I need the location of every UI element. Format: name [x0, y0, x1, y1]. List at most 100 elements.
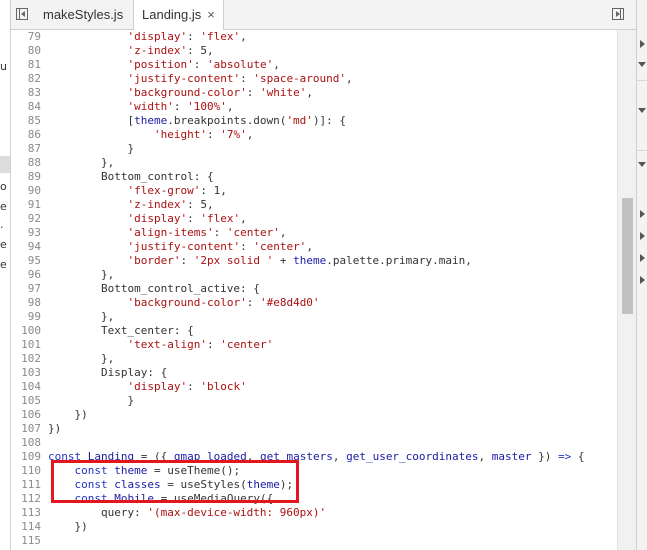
chevron-down-icon[interactable]	[638, 108, 646, 113]
line-number: 82	[27, 72, 41, 85]
code-line[interactable]: 105 }	[11, 394, 134, 408]
code-text: Display: {	[48, 366, 167, 379]
code-text: 'flex-grow': 1,	[48, 184, 226, 197]
code-line[interactable]: 97 Bottom_control_active: {	[11, 282, 260, 296]
code-line[interactable]: 107})	[11, 422, 61, 436]
code-line[interactable]: 99 },	[11, 310, 114, 324]
code-line[interactable]: 115	[11, 534, 48, 548]
scrollbar-thumb[interactable]	[622, 198, 633, 314]
left-panel-fragment: .	[0, 218, 4, 231]
line-number: 100	[21, 324, 41, 337]
code-token: 'background-color'	[127, 86, 247, 99]
code-token: '100%'	[187, 100, 227, 113]
code-line[interactable]: 108	[11, 436, 48, 450]
toggle-sidebar-button[interactable]	[612, 8, 624, 20]
expand-right-icon[interactable]	[640, 276, 645, 284]
line-number: 79	[27, 30, 41, 43]
code-token: '2px solid '	[193, 254, 274, 267]
code-line[interactable]: 94 'justify-content': 'center',	[11, 240, 313, 254]
code-line[interactable]: 103 Display: {	[11, 366, 167, 380]
code-token: =>	[558, 450, 572, 463]
line-number: 90	[27, 184, 41, 197]
code-token: ,	[246, 450, 260, 463]
code-editor[interactable]: 79 'display': 'flex', 80 'z-index': 5, 81 …	[11, 30, 617, 550]
expand-right-icon[interactable]	[640, 40, 645, 48]
toggle-navigator-button[interactable]	[16, 8, 28, 20]
code-line[interactable]: 102 },	[11, 352, 114, 366]
code-token: [	[48, 114, 135, 127]
code-token: 'height'	[153, 128, 207, 141]
code-line[interactable]: 114 })	[11, 520, 88, 534]
code-token: '(max-device-width: 960px)'	[147, 506, 327, 519]
line-number: 106	[21, 408, 41, 421]
close-tab-icon[interactable]: ×	[207, 7, 215, 22]
code-line[interactable]: 80 'z-index': 5,	[11, 44, 214, 58]
code-token: 'absolute'	[206, 58, 274, 71]
line-number: 115	[21, 534, 41, 547]
code-text: 'z-index': 5,	[48, 198, 213, 211]
code-token: Text_center: {	[48, 324, 194, 337]
line-number: 91	[27, 198, 41, 211]
code-line[interactable]: 96 },	[11, 268, 114, 282]
code-text: 'justify-content': 'space-around',	[48, 72, 352, 85]
code-token: const	[74, 478, 108, 491]
code-token: 'flex-grow'	[127, 184, 201, 197]
code-line[interactable]: 87 }	[11, 142, 134, 156]
code-token: classes	[114, 478, 161, 491]
code-token: 'space-around'	[253, 72, 347, 85]
expand-right-icon[interactable]	[640, 210, 645, 218]
code-token: ,	[279, 226, 287, 239]
code-line[interactable]: 111 const classes = useStyles(theme);	[11, 478, 293, 492]
code-line[interactable]: 86 'height': '7%',	[11, 128, 254, 142]
code-line[interactable]: 110 const theme = useTheme();	[11, 464, 240, 478]
code-token: get_masters	[259, 450, 333, 463]
code-line[interactable]: 92 'display': 'flex',	[11, 212, 247, 226]
code-token: },	[48, 352, 115, 365]
code-line[interactable]: 79 'display': 'flex',	[11, 30, 247, 44]
code-line[interactable]: 112 const Mobile = useMediaQuery({	[11, 492, 273, 506]
code-line[interactable]: 100 Text_center: {	[11, 324, 194, 338]
code-token: .breakpoints.down(	[167, 114, 287, 127]
expand-right-icon[interactable]	[640, 254, 645, 262]
code-token: :	[240, 240, 254, 253]
expand-right-icon[interactable]	[640, 232, 645, 240]
code-line[interactable]: 88 },	[11, 156, 114, 170]
chevron-down-icon[interactable]	[638, 62, 646, 67]
code-line[interactable]: 95 'border': '2px solid ' + theme.palett…	[11, 254, 472, 268]
code-line[interactable]: 104 'display': 'block'	[11, 380, 247, 394]
code-line[interactable]: 106 })	[11, 408, 88, 422]
tab-landing[interactable]: Landing.js ×	[133, 0, 224, 31]
code-line[interactable]: 81 'position': 'absolute',	[11, 58, 280, 72]
code-text: const Landing = ({ gmap_loaded, get_mast…	[48, 450, 585, 463]
line-number: 81	[27, 58, 41, 71]
line-number: 89	[27, 170, 41, 183]
code-token: Mobile	[114, 492, 154, 505]
tab-makestyles[interactable]: makeStyles.js	[35, 0, 131, 30]
code-line[interactable]: 98 'background-color': '#e8d4d0'	[11, 296, 320, 310]
editor-scrollbar[interactable]	[617, 30, 636, 550]
code-line[interactable]: 89 Bottom_control: {	[11, 170, 214, 184]
chevron-down-icon[interactable]	[638, 162, 646, 167]
code-line[interactable]: 82 'justify-content': 'space-around',	[11, 72, 353, 86]
code-line[interactable]: 113 query: '(max-device-width: 960px)'	[11, 506, 326, 520]
code-line[interactable]: 83 'background-color': 'white',	[11, 86, 313, 100]
toggle-sidebar-icon	[620, 9, 621, 19]
editor-tab-bar: makeStyles.js Landing.js ×	[11, 0, 636, 31]
code-token: theme	[246, 478, 280, 491]
code-line[interactable]: 93 'align-items': 'center',	[11, 226, 287, 240]
code-line[interactable]: 91 'z-index': 5,	[11, 198, 214, 212]
code-text: 'text-align': 'center'	[48, 338, 273, 351]
code-line[interactable]: 85 [theme.breakpoints.down('md')]: {	[11, 114, 346, 128]
code-token: ,	[246, 128, 254, 141]
code-line[interactable]: 109 const Landing = ({ gmap_loaded, get_m…	[11, 450, 585, 464]
code-text: 'position': 'absolute',	[48, 58, 279, 71]
line-number: 97	[27, 282, 41, 295]
code-line[interactable]: 90 'flex-grow': 1,	[11, 184, 227, 198]
code-token: Bottom_control: {	[48, 170, 214, 183]
code-token: :	[246, 296, 260, 309]
code-line[interactable]: 84 'width': '100%',	[11, 100, 234, 114]
code-line[interactable]: 101 'text-align': 'center'	[11, 338, 273, 352]
